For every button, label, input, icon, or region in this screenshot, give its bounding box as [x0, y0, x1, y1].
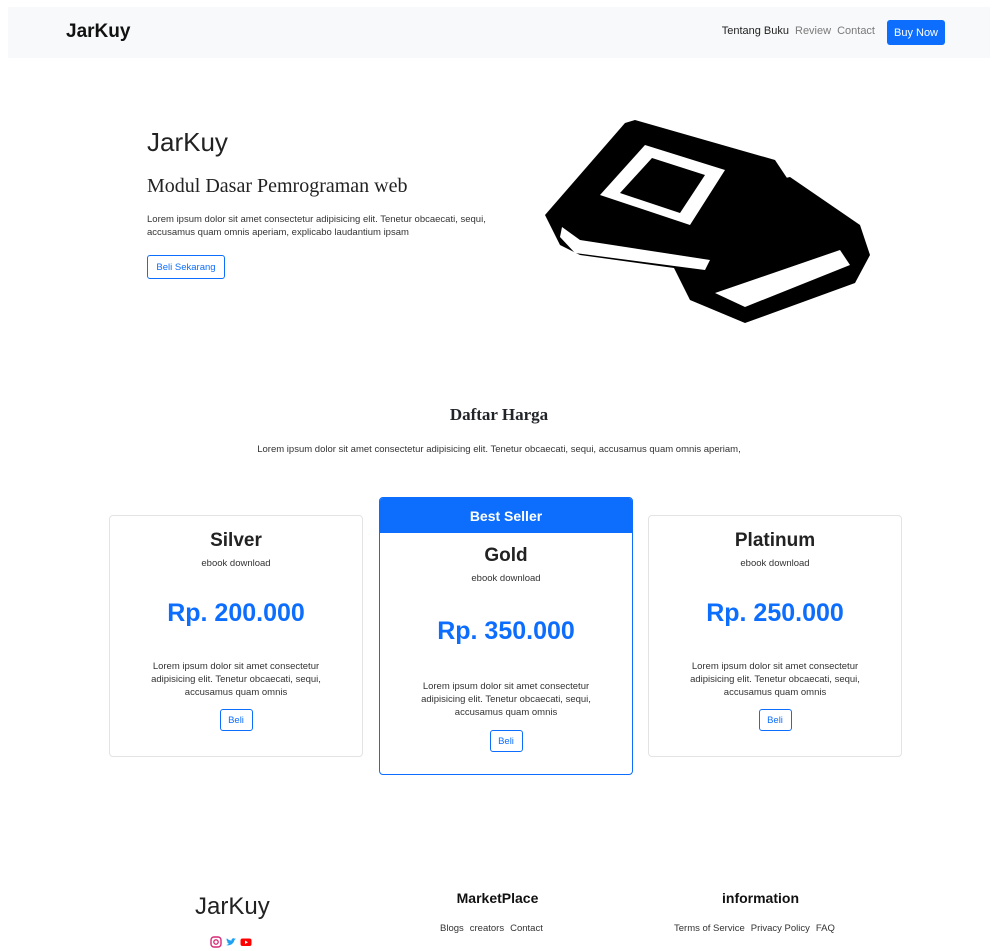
plan-text: Lorem ipsum dolor sit amet consectetur a…: [421, 681, 591, 718]
beli-button[interactable]: Beli: [758, 709, 792, 731]
pricing-title: Daftar Harga: [449, 405, 549, 424]
plan-price: Rp. 250.000: [706, 599, 844, 627]
marketplace-links: Blogs creators Contact: [440, 923, 543, 934]
plan-name: Platinum: [734, 530, 816, 551]
social-links: [210, 936, 252, 948]
footer-link-blogs[interactable]: Blogs: [440, 923, 464, 934]
nav-link-tentang-buku[interactable]: Tentang Buku: [722, 25, 789, 37]
plan-description: ebook download: [740, 558, 810, 569]
twitter-icon[interactable]: [225, 936, 237, 948]
hero-description: Lorem ipsum dolor sit amet consectetur a…: [147, 214, 486, 238]
plan-description: ebook download: [201, 558, 271, 569]
beli-button[interactable]: Beli: [219, 709, 253, 731]
footer-brand: JarKuy: [195, 893, 270, 920]
marketplace-title: MarketPlace: [456, 890, 539, 906]
plan-text: Lorem ipsum dolor sit amet consectetur a…: [151, 661, 321, 698]
books-icon: [545, 120, 870, 323]
information-title: information: [722, 890, 799, 906]
buy-now-button[interactable]: Buy Now: [887, 20, 945, 45]
plan-description: ebook download: [471, 573, 541, 584]
brand-logo[interactable]: JarKuy: [66, 21, 130, 43]
nav-link-review[interactable]: Review: [795, 25, 831, 37]
footer-link-faq[interactable]: FAQ: [816, 923, 835, 934]
footer-link-contact[interactable]: Contact: [510, 923, 543, 934]
hero-subtitle: Modul Dasar Pemrograman web: [147, 175, 408, 197]
nav-links: Tentang Buku Review Contact: [716, 25, 875, 37]
best-seller-badge: Best Seller: [380, 498, 632, 533]
footer-link-privacy[interactable]: Privacy Policy: [751, 923, 810, 934]
instagram-icon[interactable]: [210, 936, 222, 948]
pricing-card-gold: Best Seller Gold ebook download Rp. 350.…: [379, 497, 633, 775]
plan-name: Silver: [210, 530, 262, 551]
nav-link-contact[interactable]: Contact: [837, 25, 875, 37]
footer-link-creators[interactable]: creators: [470, 923, 504, 934]
footer-link-terms[interactable]: Terms of Service: [674, 923, 745, 934]
pricing-card-platinum: Platinum ebook download Rp. 250.000 Lore…: [648, 515, 902, 757]
information-links: Terms of Service Privacy Policy FAQ: [674, 923, 835, 934]
plan-text: Lorem ipsum dolor sit amet consectetur a…: [690, 661, 860, 698]
navbar: JarKuy Tentang Buku Review Contact: [8, 7, 990, 58]
beli-button[interactable]: Beli: [489, 730, 523, 752]
pricing-card-silver: Silver ebook download Rp. 200.000 Lorem …: [109, 515, 363, 757]
plan-name: Gold: [484, 545, 528, 566]
plan-price: Rp. 350.000: [437, 617, 575, 645]
hero-title: JarKuy: [147, 127, 228, 157]
youtube-icon[interactable]: [240, 936, 252, 948]
plan-price: Rp. 200.000: [167, 599, 305, 627]
beli-sekarang-button[interactable]: Beli Sekarang: [147, 255, 225, 279]
pricing-description: Lorem ipsum dolor sit amet consectetur a…: [257, 444, 741, 455]
